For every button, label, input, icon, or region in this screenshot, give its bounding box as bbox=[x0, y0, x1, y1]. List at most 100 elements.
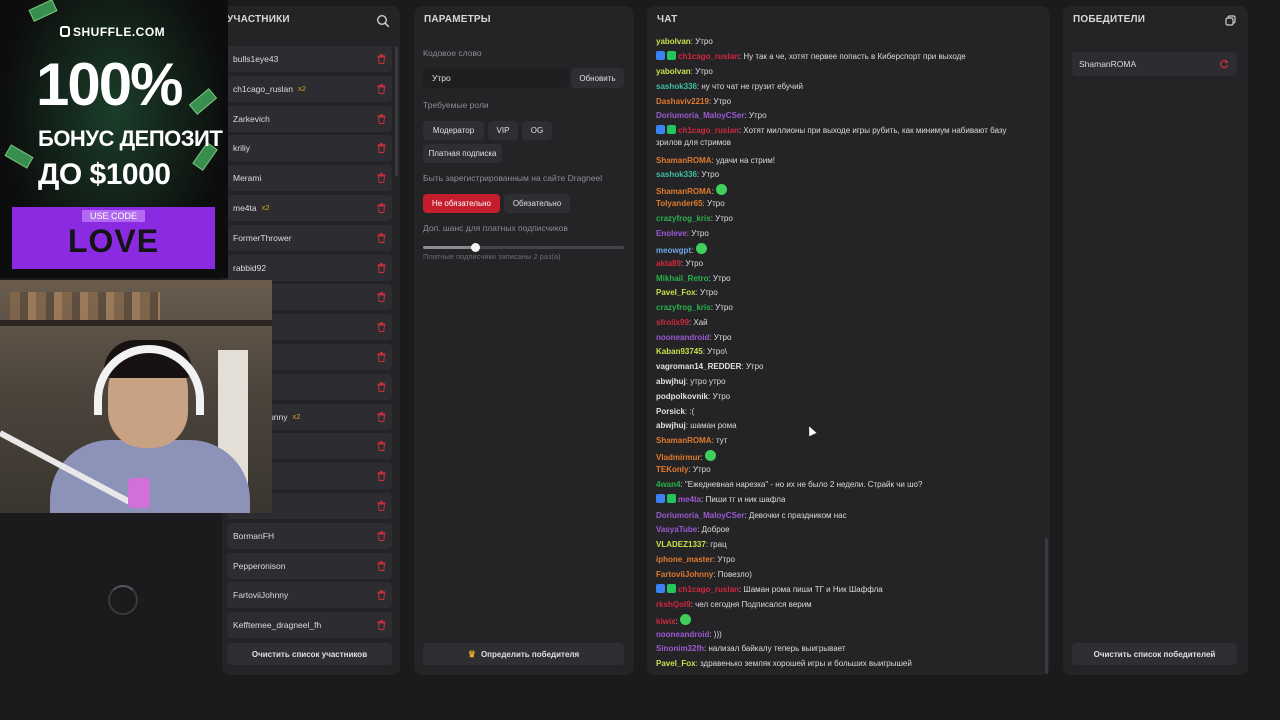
chat-nick[interactable]: ShamanROMA bbox=[656, 156, 712, 165]
participant-row[interactable]: Zarkevich bbox=[227, 105, 392, 132]
chat-nick[interactable]: podpolkovnik bbox=[656, 392, 708, 401]
chat-nick[interactable]: Vladmirmur bbox=[656, 453, 700, 462]
trash-icon[interactable] bbox=[377, 322, 386, 333]
promo-line-1: БОНУС ДЕПОЗИТ bbox=[38, 126, 223, 151]
slider-knob[interactable] bbox=[471, 243, 481, 252]
chat-nick[interactable]: Pavel_Fox bbox=[656, 659, 696, 668]
trash-icon[interactable] bbox=[377, 441, 386, 452]
extra-chance-slider[interactable] bbox=[423, 243, 624, 252]
chat-nick[interactable]: abwjhuj bbox=[656, 377, 686, 386]
participant-row[interactable]: FartoviiJohnny bbox=[227, 582, 392, 609]
update-button[interactable]: Обновить bbox=[571, 68, 624, 88]
chat-nick[interactable]: vagroman14_REDDER bbox=[656, 362, 741, 371]
chat-message: FartoviiJohnny: Повезло) bbox=[656, 569, 1026, 581]
chat-message: ch1cago_ruslan: Ну так а че, хотят перве… bbox=[656, 51, 1026, 63]
chat-text: Утро bbox=[701, 170, 720, 179]
chat-nick[interactable]: sfrolix99 bbox=[656, 318, 689, 327]
chat-scrollbar[interactable] bbox=[1045, 538, 1048, 674]
chat-nick[interactable]: ch1cago_ruslan bbox=[678, 52, 739, 61]
chat-nick[interactable]: iphone_master bbox=[656, 555, 713, 564]
code-word-input[interactable]: Утро bbox=[423, 68, 569, 88]
participant-row[interactable]: BormanFH bbox=[227, 522, 392, 549]
trash-icon[interactable] bbox=[377, 620, 386, 631]
chat-nick[interactable]: kiwix bbox=[656, 617, 676, 626]
winners-panel: ПОБЕДИТЕЛИ ShamanROMA Очистить список по… bbox=[1063, 6, 1248, 675]
trash-icon[interactable] bbox=[377, 590, 386, 601]
chat-message: Doriumoria_MaloyCSer: Девочки с праздник… bbox=[656, 510, 1026, 522]
role-moderator-button[interactable]: Модератор bbox=[423, 121, 484, 140]
trash-icon[interactable] bbox=[377, 83, 386, 94]
participant-row[interactable]: me4ta x2 bbox=[227, 194, 392, 221]
chat-nick[interactable]: TEKonly bbox=[656, 465, 688, 474]
trash-icon[interactable] bbox=[377, 143, 386, 154]
trash-icon[interactable] bbox=[377, 262, 386, 273]
participant-row[interactable]: bulls1eye43 bbox=[227, 46, 392, 72]
trash-icon[interactable] bbox=[377, 113, 386, 124]
clear-participants-button[interactable]: Очистить список участников bbox=[227, 643, 392, 665]
trash-icon[interactable] bbox=[377, 292, 386, 303]
trash-icon[interactable] bbox=[377, 54, 386, 64]
participant-row[interactable]: Pepperonison bbox=[227, 552, 392, 579]
chat-nick[interactable]: me4ta bbox=[678, 495, 701, 504]
chat-nick[interactable]: VasyaTube bbox=[656, 525, 697, 534]
chat-nick[interactable]: yabolvan bbox=[656, 67, 691, 76]
trash-icon[interactable] bbox=[377, 471, 386, 482]
trash-icon[interactable] bbox=[377, 232, 386, 243]
chat-text: Утро bbox=[692, 465, 711, 474]
participant-row[interactable]: rabbid92 bbox=[227, 254, 392, 281]
not-required-button[interactable]: Не обязательно bbox=[423, 194, 500, 213]
chat-nick[interactable]: Tolyander65 bbox=[656, 199, 703, 208]
trash-icon[interactable] bbox=[377, 352, 386, 362]
chat-nick[interactable]: Doriumoria_MaloyCSer bbox=[656, 111, 744, 120]
trash-icon[interactable] bbox=[377, 381, 386, 392]
trash-icon[interactable] bbox=[377, 501, 386, 511]
participant-row[interactable]: ch1cago_ruslan x2 bbox=[227, 75, 392, 102]
chat-nick[interactable]: yabolvan bbox=[656, 37, 691, 46]
chat-nick[interactable]: Sinonim32fh bbox=[656, 644, 704, 653]
chat-nick[interactable]: FartoviiJohnny bbox=[656, 570, 713, 579]
chat-text: Шаман рома пиши ТГ и Ник Шаффла bbox=[743, 585, 883, 594]
participants-scrollbar[interactable] bbox=[395, 46, 398, 176]
chat-nick[interactable]: Kaban93745 bbox=[656, 347, 703, 356]
chat-nick[interactable]: Doriumoria_MaloyCSer bbox=[656, 511, 744, 520]
chat-nick[interactable]: crazyfrog_kris bbox=[656, 214, 711, 223]
participant-row[interactable]: FormerThrower bbox=[227, 224, 392, 251]
chat-nick[interactable]: akta89 bbox=[656, 259, 681, 268]
chat-nick[interactable]: crazyfrog_kris bbox=[656, 303, 711, 312]
trash-icon[interactable] bbox=[377, 203, 386, 213]
required-button[interactable]: Обязательно bbox=[504, 194, 570, 213]
chat-nick[interactable]: ShamanROMA bbox=[656, 187, 712, 196]
chat-nick[interactable]: nooneandroid bbox=[656, 630, 709, 639]
chat-nick[interactable]: rkshQol9 bbox=[656, 600, 691, 609]
search-icon[interactable] bbox=[376, 14, 390, 28]
chat-nick[interactable]: ch1cago_ruslan bbox=[678, 126, 739, 135]
chat-nick[interactable]: ch1cago_ruslan bbox=[678, 585, 739, 594]
participant-row[interactable]: Merami bbox=[227, 165, 392, 192]
chat-nick[interactable]: Enoleve bbox=[656, 229, 687, 238]
chat-nick[interactable]: Pavel_Fox bbox=[656, 288, 696, 297]
copy-icon[interactable] bbox=[1225, 15, 1236, 26]
role-paid-sub-button[interactable]: Платная подписка bbox=[423, 144, 502, 163]
trash-icon[interactable] bbox=[377, 411, 386, 422]
clear-winners-button[interactable]: Очистить список победителей bbox=[1072, 643, 1237, 665]
chat-nick[interactable]: sashok336 bbox=[656, 170, 697, 179]
chat-nick[interactable]: ShamanROMA bbox=[656, 436, 712, 445]
trash-icon[interactable] bbox=[377, 173, 386, 184]
chat-nick[interactable]: meowgpt bbox=[656, 246, 691, 255]
chat-nick[interactable]: abwjhuj bbox=[656, 421, 686, 430]
chat-nick[interactable]: VLADEZ1337 bbox=[656, 540, 706, 549]
determine-winner-button[interactable]: ♛ Определить победителя bbox=[423, 643, 624, 665]
trash-icon[interactable] bbox=[377, 530, 386, 541]
chat-nick[interactable]: sashok336 bbox=[656, 82, 697, 91]
role-og-button[interactable]: OG bbox=[522, 121, 552, 140]
participant-row[interactable]: kriliy bbox=[227, 135, 392, 162]
chat-nick[interactable]: nooneandroid bbox=[656, 333, 709, 342]
chat-nick[interactable]: Mikhail_Retro bbox=[656, 274, 708, 283]
chat-nick[interactable]: 4wan4 bbox=[656, 480, 680, 489]
role-vip-button[interactable]: VIP bbox=[488, 121, 518, 140]
chat-nick[interactable]: Porsick bbox=[656, 407, 685, 416]
chat-nick[interactable]: Dashaviv2219 bbox=[656, 97, 709, 106]
reroll-icon[interactable] bbox=[1219, 59, 1229, 69]
trash-icon[interactable] bbox=[377, 560, 386, 571]
participant-row[interactable]: Kefftemee_dragneel_fh bbox=[227, 612, 392, 638]
